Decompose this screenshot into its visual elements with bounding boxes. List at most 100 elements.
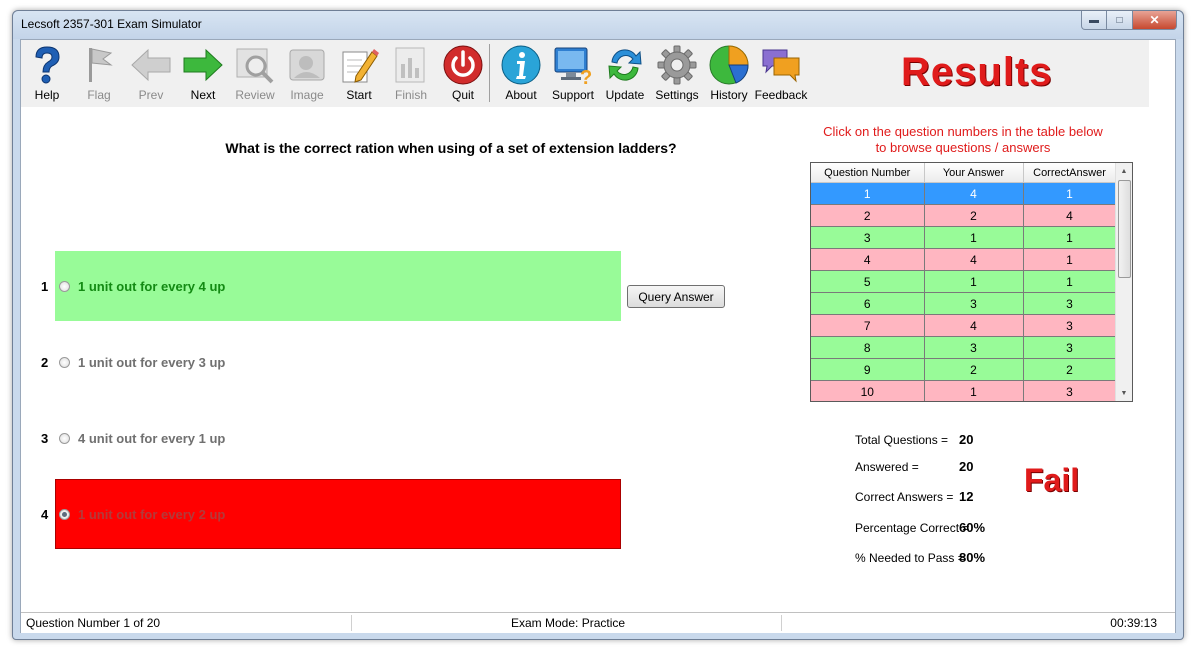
cell-question-number[interactable]: 2 xyxy=(811,204,925,227)
cell-correct-answer[interactable]: 1 xyxy=(1023,270,1117,293)
table-row[interactable]: 743 xyxy=(811,314,1117,337)
image-icon xyxy=(286,44,328,86)
status-divider xyxy=(351,615,352,631)
status-question-number: Question Number 1 of 20 xyxy=(26,616,161,630)
table-row[interactable]: 311 xyxy=(811,226,1117,249)
start-label: Start xyxy=(346,88,372,102)
pencil-paper-icon xyxy=(338,44,380,86)
percentage-correct-value: 60% xyxy=(959,520,986,535)
cell-question-number[interactable]: 9 xyxy=(811,358,925,381)
cell-your-answer[interactable]: 1 xyxy=(924,226,1024,249)
needed-to-pass-value: 80% xyxy=(959,550,986,565)
review-label: Review xyxy=(235,88,275,102)
about-label: About xyxy=(505,88,537,102)
cell-your-answer[interactable]: 4 xyxy=(924,248,1024,271)
column-header-question-number[interactable]: Question Number xyxy=(811,163,925,183)
answer-number: 2 xyxy=(41,355,49,370)
answer-number: 3 xyxy=(41,431,49,446)
results-heading: Results xyxy=(901,50,1053,94)
help-button[interactable]: Help xyxy=(23,44,71,106)
answer-number: 1 xyxy=(41,279,49,294)
answer-option-2[interactable]: 2 1 unit out for every 3 up xyxy=(21,327,641,397)
cell-question-number[interactable]: 5 xyxy=(811,270,925,293)
cell-your-answer[interactable]: 3 xyxy=(924,292,1024,315)
next-label: Next xyxy=(190,88,216,102)
history-button[interactable]: History xyxy=(705,44,753,106)
cell-correct-answer[interactable]: 1 xyxy=(1023,182,1117,205)
answer-option-4[interactable]: 4 1 unit out for every 2 up xyxy=(21,479,641,549)
table-row[interactable]: 922 xyxy=(811,358,1117,381)
scroll-up-icon[interactable]: ▲ xyxy=(1116,163,1132,179)
finish-button[interactable]: Finish xyxy=(387,44,435,106)
cell-question-number[interactable]: 7 xyxy=(811,314,925,337)
cell-question-number[interactable]: 6 xyxy=(811,292,925,315)
cell-correct-answer[interactable]: 3 xyxy=(1023,314,1117,337)
correct-answers-value: 12 xyxy=(959,489,974,504)
cell-your-answer[interactable]: 1 xyxy=(924,270,1024,293)
scroll-down-icon[interactable]: ▼ xyxy=(1116,385,1132,401)
cell-your-answer[interactable]: 2 xyxy=(924,204,1024,227)
answer-option-3[interactable]: 3 4 unit out for every 1 up xyxy=(21,403,641,473)
scroll-thumb[interactable] xyxy=(1118,180,1131,278)
cell-correct-answer[interactable]: 3 xyxy=(1023,292,1117,315)
answer-radio-3[interactable] xyxy=(59,433,70,444)
cell-question-number[interactable]: 10 xyxy=(811,380,925,401)
close-button[interactable]: ✕ xyxy=(1133,11,1177,30)
total-questions-label: Total Questions = xyxy=(855,433,949,447)
cell-your-answer[interactable]: 3 xyxy=(924,336,1024,359)
percentage-correct-label: Percentage Correct = xyxy=(855,521,970,535)
cell-correct-answer[interactable]: 3 xyxy=(1023,336,1117,359)
toolbar-separator xyxy=(489,44,490,102)
title-bar[interactable]: Lecsoft 2357-301 Exam Simulator ▬ □ ✕ xyxy=(13,11,1183,39)
update-button[interactable]: Update xyxy=(601,44,649,106)
review-button[interactable]: Review xyxy=(231,44,279,106)
prev-button[interactable]: Prev xyxy=(127,44,175,106)
table-row[interactable]: 633 xyxy=(811,292,1117,315)
answer-radio-4[interactable] xyxy=(59,509,70,520)
table-row[interactable]: 141 xyxy=(811,182,1117,205)
table-row[interactable]: 511 xyxy=(811,270,1117,293)
info-icon xyxy=(500,44,542,86)
cell-question-number[interactable]: 8 xyxy=(811,336,925,359)
answer-radio-2[interactable] xyxy=(59,357,70,368)
answer-radio-1[interactable] xyxy=(59,281,70,292)
column-header-correct-answer[interactable]: CorrectAnswer xyxy=(1023,163,1117,183)
cell-your-answer[interactable]: 1 xyxy=(924,380,1024,401)
minimize-button[interactable]: ▬ xyxy=(1081,11,1107,30)
quit-label: Quit xyxy=(451,88,474,102)
cell-correct-answer[interactable]: 4 xyxy=(1023,204,1117,227)
table-row[interactable]: 10 1 3 xyxy=(811,380,1117,401)
about-button[interactable]: About xyxy=(497,44,545,106)
cell-correct-answer[interactable]: 2 xyxy=(1023,358,1117,381)
cell-your-answer[interactable]: 4 xyxy=(924,314,1024,337)
cell-question-number[interactable]: 1 xyxy=(811,182,925,205)
cell-correct-answer[interactable]: 3 xyxy=(1023,380,1117,401)
prev-label: Prev xyxy=(138,88,164,102)
cell-question-number[interactable]: 3 xyxy=(811,226,925,249)
next-button[interactable]: Next xyxy=(179,44,227,106)
table-row[interactable]: 441 xyxy=(811,248,1117,271)
cell-correct-answer[interactable]: 1 xyxy=(1023,226,1117,249)
table-row[interactable]: 833 xyxy=(811,336,1117,359)
table-scrollbar[interactable]: ▲ ▼ xyxy=(1115,163,1132,401)
settings-button[interactable]: Settings xyxy=(653,44,701,106)
cell-correct-answer[interactable]: 1 xyxy=(1023,248,1117,271)
history-label: History xyxy=(710,88,748,102)
start-button[interactable]: Start xyxy=(335,44,383,106)
results-hint-line1: Click on the question numbers in the tab… xyxy=(823,124,1103,139)
cell-question-number[interactable]: 4 xyxy=(811,248,925,271)
feedback-button[interactable]: Feedback xyxy=(755,44,807,106)
query-answer-button[interactable]: Query Answer xyxy=(627,285,725,308)
quit-button[interactable]: Quit xyxy=(439,44,487,106)
image-button[interactable]: Image xyxy=(283,44,331,106)
maximize-button[interactable]: □ xyxy=(1107,11,1133,30)
table-row[interactable]: 224 xyxy=(811,204,1117,227)
magnifier-icon xyxy=(234,44,276,86)
flag-button[interactable]: Flag xyxy=(75,44,123,106)
cell-your-answer[interactable]: 4 xyxy=(924,182,1024,205)
window-title: Lecsoft 2357-301 Exam Simulator xyxy=(21,17,202,31)
answer-option-1[interactable]: 1 1 unit out for every 4 up xyxy=(21,251,641,321)
cell-your-answer[interactable]: 2 xyxy=(924,358,1024,381)
support-button[interactable]: ? Support xyxy=(549,44,597,106)
column-header-your-answer[interactable]: Your Answer xyxy=(924,163,1024,183)
